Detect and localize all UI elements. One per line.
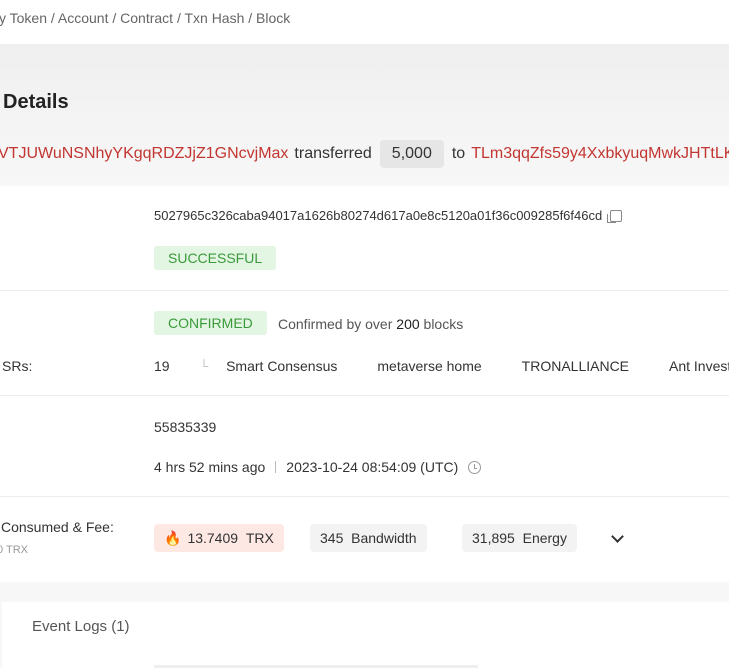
energy-value: 31,895 [472, 530, 515, 546]
copy-icon[interactable] [607, 209, 623, 223]
sr-item[interactable]: TRONALLIANCE [522, 358, 629, 374]
transferred-label: transferred [294, 145, 372, 162]
confirmation-prefix: Confirmed by over [278, 316, 393, 332]
confirmation-text: Confirmed by over 200 blocks [278, 316, 463, 332]
page-title: Details [3, 91, 69, 113]
confirmation-row: CONFIRMED Confirmed by over 200 blocks S… [0, 291, 729, 395]
block-row: 55835339 4 hrs 52 mins ago 2023-10-24 08… [0, 396, 729, 496]
time-separator [275, 461, 277, 473]
top-bar: y Token / Account / Contract / Txn Hash … [0, 0, 729, 44]
transfer-summary: VTJUWuNSNhyYKgqRDZJjZ1GNcvjMax transferr… [0, 140, 729, 168]
chevron-down-icon[interactable] [611, 530, 624, 543]
fee-sub: 0 TRX [0, 544, 28, 556]
fee-label: Consumed & Fee: [1, 519, 114, 535]
relative-time: 4 hrs 52 mins ago [154, 459, 266, 475]
srs-label: SRs: [2, 358, 33, 374]
timestamp: 2023-10-24 08:54:09 (UTC) [286, 459, 459, 475]
sr-item[interactable]: Smart Consensus [226, 358, 337, 374]
energy-unit: Energy [522, 530, 567, 546]
bandwidth-value: 345 [320, 530, 344, 546]
block-time: 4 hrs 52 mins ago 2023-10-24 08:54:09 (U… [154, 459, 482, 475]
block-number-link[interactable]: 55835339 [154, 419, 216, 435]
clock-icon[interactable] [468, 460, 482, 474]
to-label: to [451, 145, 466, 162]
confirmation-suffix: blocks [423, 316, 464, 332]
bandwidth-unit: Bandwidth [351, 530, 417, 546]
srs-list: 19 └ Smart Consensus metaverse home TRON… [154, 358, 729, 374]
transaction-details-card: 5027965c326caba94017a1626b80274d617a0e8c… [0, 186, 729, 582]
transfer-amount: 5,000 [379, 140, 444, 168]
corner-icon: └ [199, 359, 209, 373]
tabs-panel: Event Logs (1) [2, 602, 729, 668]
sr-item[interactable]: metaverse home [377, 358, 481, 374]
srs-count: 19 [154, 358, 170, 374]
confirmation-count: 200 [396, 316, 420, 332]
tab-event-logs[interactable]: Event Logs (1) [32, 618, 130, 635]
trx-fee-pill: 🔥 13.7409 TRX [154, 524, 284, 552]
trx-fee-unit: TRX [245, 530, 274, 546]
confirmed-badge: CONFIRMED [154, 311, 267, 335]
bandwidth-pill: 345 Bandwidth [310, 524, 427, 552]
to-address-link[interactable]: TLm3qqZfs59y4XxbkyuqMwkJHTtLK [471, 145, 729, 163]
lower-section: Event Logs (1) [0, 582, 729, 668]
txn-hash-value: 5027965c326caba94017a1626b80274d617a0e8c… [154, 208, 603, 223]
energy-pill: 31,895 Energy [462, 524, 577, 552]
flame-icon: 🔥 [164, 530, 182, 546]
hash-status-row: 5027965c326caba94017a1626b80274d617a0e8c… [0, 186, 729, 290]
details-hero: Details VTJUWuNSNhyYKgqRDZJjZ1GNcvjMax t… [0, 44, 729, 186]
status-badge: SUCCESSFUL [154, 246, 277, 270]
trx-fee-value: 13.7409 [187, 530, 239, 546]
txn-hash: 5027965c326caba94017a1626b80274d617a0e8c… [154, 208, 623, 223]
breadcrumb[interactable]: y Token / Account / Contract / Txn Hash … [0, 10, 290, 26]
fee-row: Consumed & Fee: 0 TRX 🔥 13.7409 TRX 345 B… [0, 497, 729, 582]
sr-item[interactable]: Ant Investme [669, 358, 729, 374]
from-address-link[interactable]: VTJUWuNSNhyYKgqRDZJjZ1GNcvjMax [0, 145, 288, 163]
